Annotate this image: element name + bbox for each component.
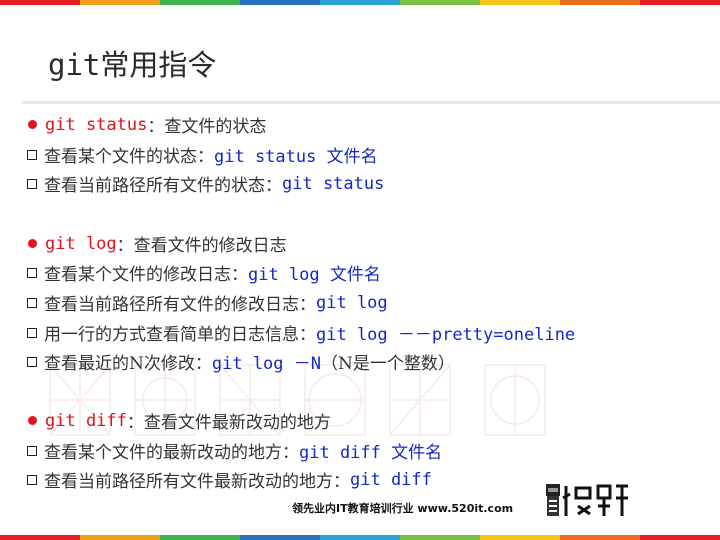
stripe-segment — [400, 0, 480, 5]
square-bullet-icon — [27, 474, 37, 485]
section-header: git status ：查文件的状态 — [26, 112, 266, 137]
slide-title: git常用指令 — [48, 42, 216, 84]
command-name: git log — [45, 233, 117, 254]
section-header: git log ：查看文件的修改日志 — [26, 231, 287, 256]
item-command: git log — [316, 292, 388, 313]
item-command: git status 文件名 — [214, 147, 378, 167]
square-bullet-icon — [27, 356, 37, 367]
command-item: 查看当前路径所有文件的状态： git status — [26, 171, 384, 196]
title-prefix: git — [48, 48, 101, 82]
title-divider — [22, 101, 720, 104]
item-suffix: （N是一个整数） — [321, 354, 455, 374]
item-label: 查看当前路径所有文件的状态： — [44, 176, 282, 196]
command-item: 查看当前路径所有文件最新改动的地方： git diff — [26, 467, 432, 492]
square-bullet-icon — [27, 297, 37, 308]
stripe-segment — [320, 535, 400, 540]
bullet-dot-icon — [28, 120, 37, 129]
bullet-dot-icon — [28, 239, 37, 248]
stripe-segment — [0, 0, 80, 5]
stripe-segment — [560, 535, 640, 540]
item-label: 查看当前路径所有文件的修改日志： — [44, 295, 316, 315]
stripe-segment — [480, 535, 560, 540]
square-bullet-icon — [27, 267, 37, 278]
command-item: 查看某个文件的状态： git status 文件名 — [26, 142, 378, 167]
stripe-segment — [400, 535, 480, 540]
square-bullet-icon — [27, 327, 37, 338]
mascot-logo-icon — [546, 484, 628, 516]
item-command: git log －N — [211, 354, 321, 374]
command-name: git status — [45, 114, 148, 135]
stripe-segment — [80, 535, 160, 540]
command-description: ：查看文件的修改日志 — [116, 236, 287, 256]
item-label: 查看某个文件的状态： — [44, 147, 214, 167]
title-text: 常用指令 — [100, 48, 217, 82]
stripe-segment — [160, 0, 240, 5]
command-item: 用一行的方式查看简单的日志信息： git log －－pretty=oneline — [26, 320, 575, 345]
item-command: git log 文件名 — [248, 265, 381, 285]
item-command: git status — [282, 173, 385, 194]
section-header: git diff ：查看文件最新改动的地方 — [26, 408, 331, 433]
top-color-stripe — [0, 0, 720, 5]
stripe-segment — [240, 0, 320, 5]
item-command: git diff — [350, 469, 432, 490]
item-label: 查看最近的N次修改： — [44, 354, 212, 374]
stripe-segment — [0, 535, 80, 540]
item-label: 用一行的方式查看简单的日志信息： — [44, 325, 316, 345]
command-item: 查看最近的N次修改： git log －N （N是一个整数） — [26, 349, 455, 374]
command-description: ：查文件的状态 — [147, 117, 267, 137]
command-name: git diff — [45, 410, 127, 431]
stripe-segment — [240, 535, 320, 540]
stripe-segment — [480, 0, 560, 5]
item-command: git diff 文件名 — [299, 443, 443, 463]
footer-slogan: 领先业内IT教育培训行业 www.520it.com — [292, 502, 514, 515]
command-item: 查看某个文件的修改日志： git log 文件名 — [26, 260, 381, 285]
bottom-color-stripe — [0, 535, 720, 540]
item-command: git log －－pretty=oneline — [316, 325, 576, 345]
item-label: 查看某个文件的修改日志： — [44, 265, 248, 285]
stripe-segment — [320, 0, 400, 5]
item-label: 查看当前路径所有文件最新改动的地方： — [44, 472, 350, 492]
square-bullet-icon — [27, 149, 37, 160]
stripe-segment — [560, 0, 640, 5]
stripe-segment — [80, 0, 160, 5]
stripe-segment — [640, 0, 720, 5]
square-bullet-icon — [27, 445, 37, 456]
command-item: 查看某个文件的最新改动的地方： git diff 文件名 — [26, 438, 442, 463]
stripe-segment — [160, 535, 240, 540]
command-item: 查看当前路径所有文件的修改日志： git log — [26, 290, 388, 315]
stripe-segment — [640, 535, 720, 540]
command-description: ：查看文件最新改动的地方 — [126, 413, 331, 433]
item-label: 查看某个文件的最新改动的地方： — [44, 443, 299, 463]
bullet-dot-icon — [28, 416, 37, 425]
square-bullet-icon — [27, 178, 37, 189]
